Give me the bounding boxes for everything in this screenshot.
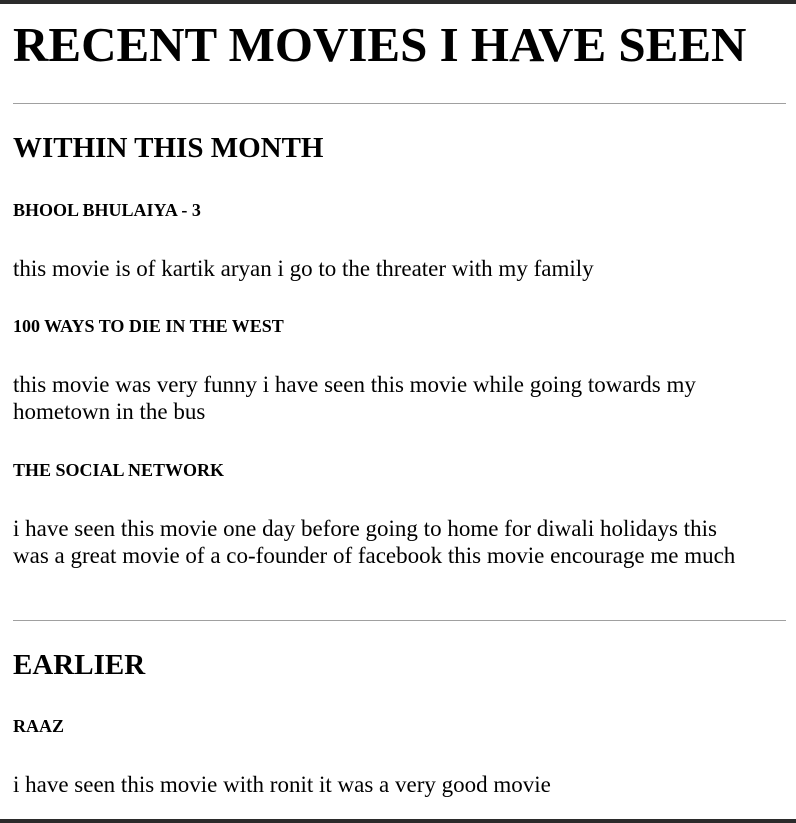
movie-description: this movie was very funny i have seen th…: [13, 372, 696, 424]
section-heading-earlier: EARLIER: [13, 649, 146, 681]
movie-description: this movie is of kartik aryan i go to th…: [13, 256, 594, 281]
title-divider: [13, 103, 786, 104]
movie-description: i have seen this movie with ronit it was…: [13, 772, 551, 797]
movie-title: THE SOCIAL NETWORK: [13, 460, 225, 480]
section-divider: [13, 620, 786, 621]
movie-description: i have seen this movie one day before go…: [13, 516, 736, 568]
movie-title: RAAZ: [13, 716, 65, 736]
movie-title: BHOOL BHULAIYA - 3: [13, 200, 201, 220]
page: RECENT MOVIES I HAVE SEEN WITHIN THIS MO…: [0, 4, 796, 819]
movie-title: 100 WAYS TO DIE IN THE WEST: [13, 316, 284, 336]
page-title: RECENT MOVIES I HAVE SEEN: [13, 17, 747, 72]
section-heading-this-month: WITHIN THIS MONTH: [13, 132, 324, 164]
